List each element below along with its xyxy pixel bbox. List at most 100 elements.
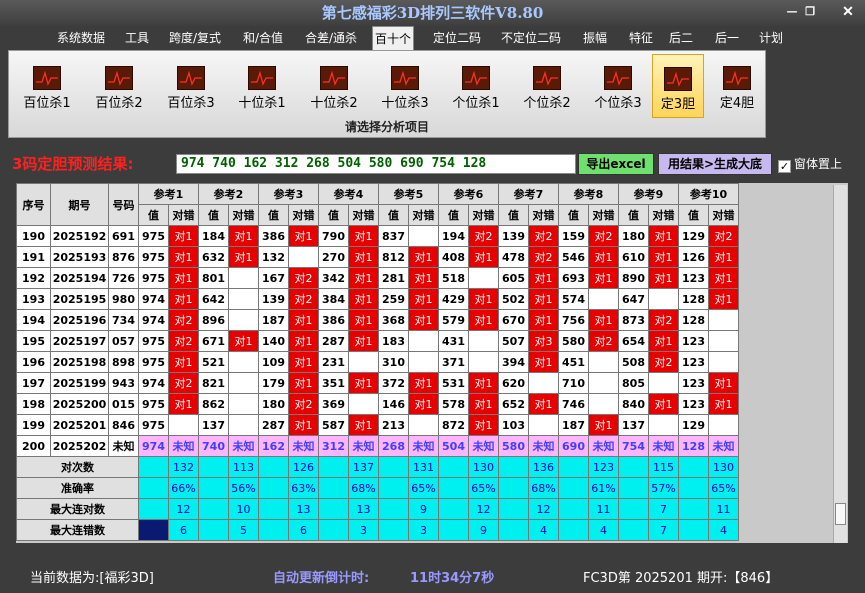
col-header-hit: 对错	[528, 204, 559, 226]
cell-value: 183	[378, 330, 409, 352]
scroll-thumb[interactable]	[835, 503, 846, 525]
table-row[interactable]: 198 2025200 015 975 对1 862 180 对2 369 146 对1 578 对1 6…	[16, 393, 739, 415]
menu-item-9[interactable]: 特征	[624, 26, 658, 50]
topmost-checkbox[interactable]: ✓ 窗体置上	[778, 155, 842, 173]
vertical-scrollbar[interactable]	[833, 185, 847, 543]
ribbon-button-3[interactable]: 十位杀1	[232, 54, 292, 118]
analysis-table: 序号 期号 号码 参考1 参考2 参考3 参考4 参考5 参考6 参考7 参考8 参考9 参考10 值对错…	[16, 183, 739, 541]
ribbon-button-10[interactable]: 定4胆	[711, 54, 763, 118]
stats-value: 9	[408, 498, 439, 520]
restore-icon[interactable]: ❐	[800, 4, 820, 20]
ribbon-button-label: 十位杀1	[238, 96, 286, 111]
ribbon-button-6[interactable]: 个位杀1	[446, 54, 506, 118]
cell-value: 159	[558, 225, 589, 247]
cell-value: 521	[198, 351, 229, 373]
forecast-row[interactable]: 200 2025202 未知 974 未知 740 未知 162 未知 312 未知 268 未知 504…	[16, 435, 739, 457]
stats-value: 12	[528, 498, 559, 520]
stats-spacer	[378, 456, 409, 478]
cell-hit: 对1	[708, 372, 739, 394]
cell-value: 812	[378, 246, 409, 268]
ribbon-button-0[interactable]: 百位杀1	[17, 54, 77, 118]
table-row[interactable]: 190 2025192 691 975 对1 184 对1 386 对1 790 对1 837 194 对…	[16, 225, 739, 247]
table-row[interactable]: 194 2025196 734 974 对2 896 187 对1 386 对1 368 对1 579 对…	[16, 309, 739, 331]
col-header-value: 值	[258, 204, 289, 226]
cell-hit: 对1	[708, 393, 739, 415]
ribbon-button-7[interactable]: 个位杀2	[517, 54, 577, 118]
stats-spacer	[618, 498, 649, 520]
cell-hit	[648, 372, 679, 394]
cell-value: 184	[198, 225, 229, 247]
cell-hit: 对1	[288, 414, 319, 436]
cell-hit: 对1	[528, 288, 559, 310]
ribbon-button-label: 百位杀3	[167, 96, 215, 111]
menu-item-7[interactable]: 不定位二码	[497, 26, 565, 50]
menu-item-2[interactable]: 跨度/复式	[165, 26, 225, 50]
menu-item-12[interactable]: 计划	[755, 26, 787, 50]
table-row[interactable]: 197 2025199 943 974 对2 821 179 对1 351 对1 372 对1 531 对…	[16, 372, 739, 394]
export-excel-button[interactable]: 导出excel	[578, 153, 654, 175]
cell-value: 129	[678, 225, 709, 247]
col-header-code: 号码	[108, 183, 139, 226]
menu-item-1[interactable]: 工具	[121, 26, 153, 50]
stats-value: 113	[228, 456, 259, 478]
ribbon-button-4[interactable]: 十位杀2	[304, 54, 364, 118]
ribbon-button-9[interactable]: 定3胆	[652, 54, 704, 118]
cell-value: 620	[498, 372, 529, 394]
cell-period: 2025197	[50, 330, 109, 352]
cell-forecast-hit: 未知	[168, 435, 199, 457]
stats-value: 6	[288, 519, 319, 541]
ribbon-button-1[interactable]: 百位杀2	[89, 54, 149, 118]
cell-forecast-hit: 未知	[708, 435, 739, 457]
generate-base-button[interactable]: 用结果>生成大底	[658, 153, 772, 175]
cell-hit: 对2	[288, 393, 319, 415]
menu-item-11[interactable]: 后一	[711, 26, 743, 50]
minimize-icon[interactable]: —	[782, 4, 802, 20]
col-header-hit: 对错	[168, 204, 199, 226]
cell-value: 642	[198, 288, 229, 310]
stats-value: 63%	[288, 477, 319, 499]
ribbon-button-5[interactable]: 十位杀3	[375, 54, 435, 118]
data-grid: 序号 期号 号码 参考1 参考2 参考3 参考4 参考5 参考6 参考7 参考8 参考9 参考10 值对错…	[16, 183, 848, 543]
col-header-hit: 对错	[588, 204, 619, 226]
result-field[interactable]: 974 740 162 312 268 504 580 690 754 128	[176, 154, 576, 174]
close-icon[interactable]: ✕	[838, 4, 858, 20]
stats-spacer	[378, 498, 409, 520]
cell-hit	[708, 351, 739, 373]
menu-item-4[interactable]: 合差/通杀	[301, 26, 361, 50]
cell-hit	[588, 393, 619, 415]
cell-value: 132	[258, 246, 289, 268]
check-icon: ✓	[778, 160, 791, 173]
table-row[interactable]: 191 2025193 876 975 对1 632 对1 132 270 对1 812 对1 408 对…	[16, 246, 739, 268]
cell-value: 231	[318, 351, 349, 373]
cell-value: 974	[138, 288, 169, 310]
table-row[interactable]: 196 2025198 898 975 对1 521 109 对1 231 310 371 394 对1…	[16, 351, 739, 373]
stats-value: 65%	[468, 477, 499, 499]
stats-spacer	[558, 498, 589, 520]
table-row[interactable]: 193 2025195 980 974 对1 642 139 对2 384 对1 259 对1 429 对…	[16, 288, 739, 310]
cell-hit: 对1	[288, 372, 319, 394]
cell-forecast-hit: 未知	[228, 435, 259, 457]
cell-hit: 对2	[288, 267, 319, 289]
cell-value: 287	[258, 414, 289, 436]
menu-item-8[interactable]: 振幅	[579, 26, 611, 50]
cell-hit	[228, 393, 259, 415]
cell-hit: 对1	[168, 351, 199, 373]
status-bar: 当前数据为:[福彩3D] 自动更新倒计时: 11时34分7秒 FC3D第 202…	[0, 564, 865, 588]
menu-item-10[interactable]: 后二	[666, 26, 696, 50]
col-header-value: 值	[138, 204, 169, 226]
cell-value: 975	[138, 351, 169, 373]
menu-item-3[interactable]: 和/合值	[240, 26, 286, 50]
ribbon-button-8[interactable]: 个位杀3	[588, 54, 648, 118]
table-row[interactable]: 192 2025194 726 975 对1 801 167 对2 342 对1 281 对1 518 6…	[16, 267, 739, 289]
menu-item-5[interactable]: 百十个	[372, 26, 414, 50]
app-title: 第七感福彩3D排列三软件V8.80	[321, 4, 544, 22]
table-row[interactable]: 195 2025197 057 975 对2 671 对1 140 对1 287 对1 183 431 5…	[16, 330, 739, 352]
countdown-value: 11时34分7秒	[410, 571, 495, 586]
cell-code: 846	[108, 414, 139, 436]
table-row[interactable]: 199 2025201 846 975 137 287 对1 587 对1 213 872 对1 103…	[16, 414, 739, 436]
col-header-ref: 参考10	[678, 183, 739, 205]
menu-item-6[interactable]: 定位二码	[430, 26, 484, 50]
cell-forecast-value: 128	[678, 435, 709, 457]
ribbon-button-2[interactable]: 百位杀3	[161, 54, 221, 118]
menu-item-0[interactable]: 系统数据	[55, 26, 107, 50]
